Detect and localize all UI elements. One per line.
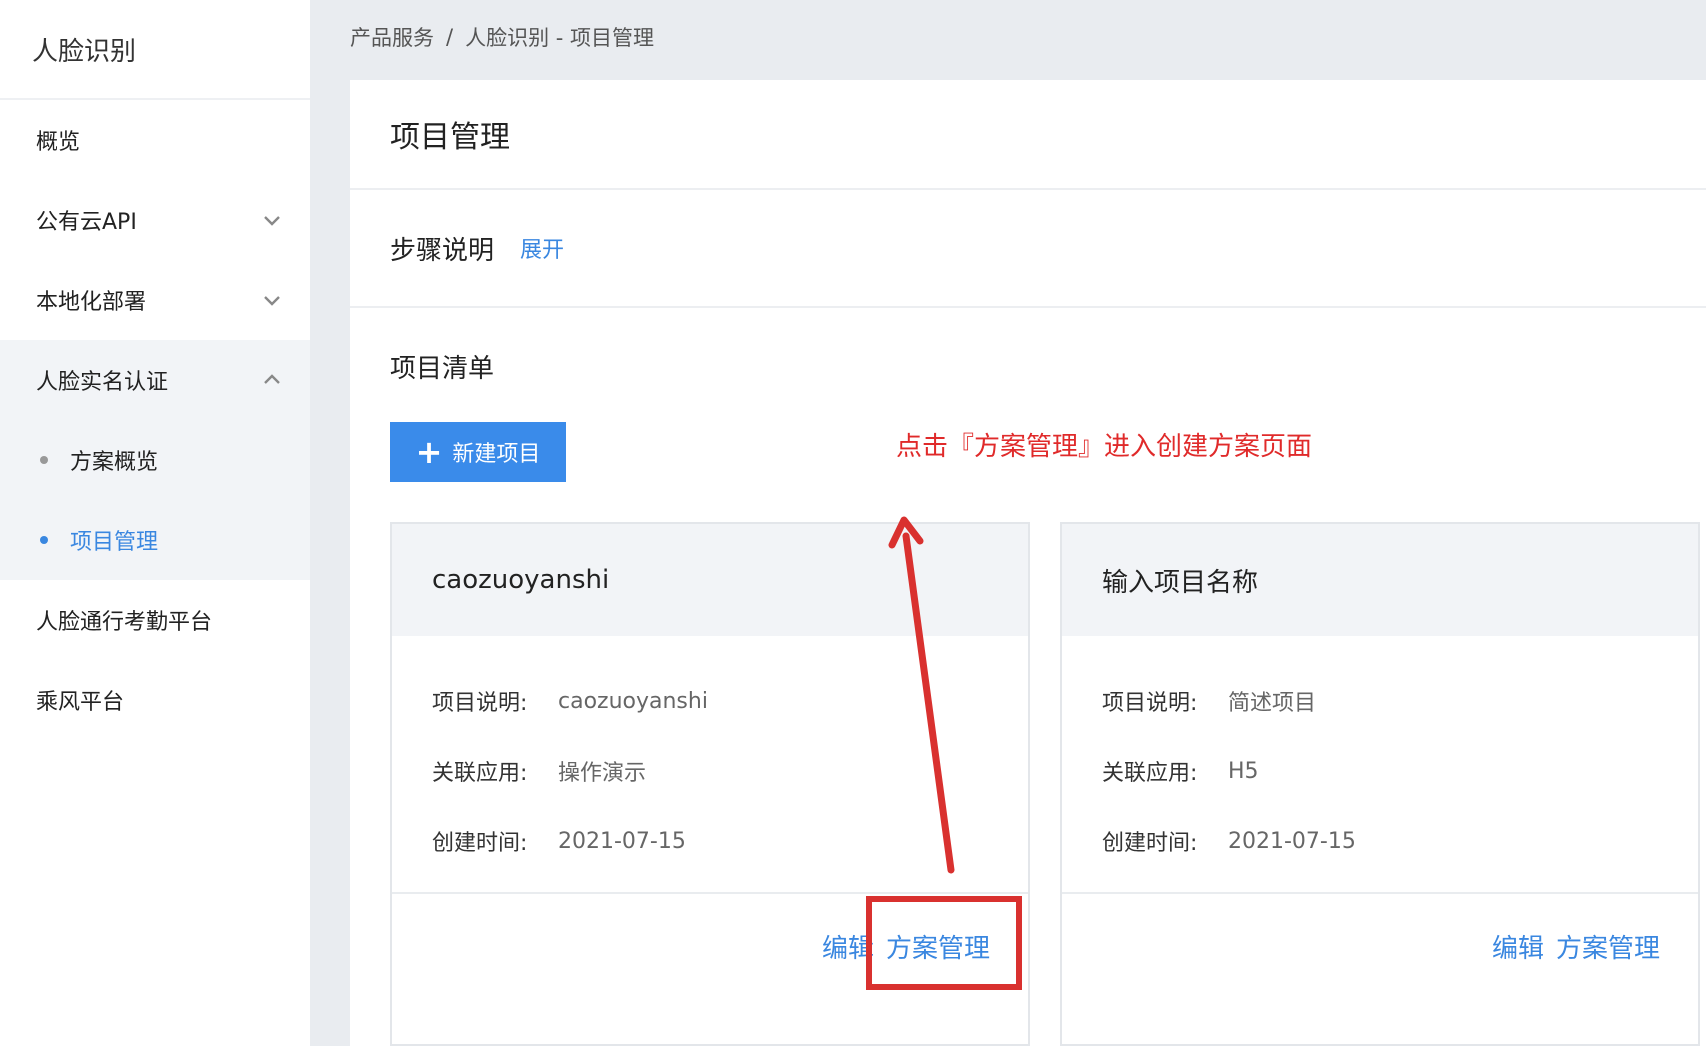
field-label: 关联应用: [1102,761,1198,786]
project-card-body: 项目说明: caozuoyanshi 关联应用: 操作演示 创建时间: 2021… [392,636,1028,894]
chevron-up-icon [264,374,280,384]
sidebar-item-local-deploy[interactable]: 本地化部署 [0,260,310,340]
field-label: 创建时间: [432,831,528,856]
sidebar-subitem-label: 方案概览 [70,450,159,475]
expand-link[interactable]: 展开 [520,232,564,264]
plan-management-link[interactable]: 方案管理 [886,928,990,965]
breadcrumb-root[interactable]: 产品服务 [350,22,434,52]
plus-icon: + [415,433,443,471]
sidebar-item-attendance-platform[interactable]: 人脸通行考勤平台 [0,580,310,660]
sidebar-item-label: 人脸实名认证 [36,370,169,395]
sidebar-subitem-plan-overview[interactable]: 方案概览 [0,420,310,500]
field-value: caozuoyanshi [558,688,708,714]
field-linked-app: 关联应用: H5 [1102,736,1658,806]
sidebar-item-label: 概览 [36,130,81,155]
edit-link[interactable]: 编辑 [822,928,874,965]
field-label: 关联应用: [432,761,528,786]
sidebar-item-chengfeng-platform[interactable]: 乘风平台 [0,660,310,740]
sidebar-subitem-project-management[interactable]: 项目管理 [0,500,310,580]
bullet-icon [40,456,48,464]
project-card-actions: 编辑 方案管理 [1062,894,1698,998]
project-list-title: 项目清单 [390,354,495,384]
field-description: 项目说明: 简述项目 [1102,666,1658,736]
field-value: 2021-07-15 [558,828,686,854]
steps-label: 步骤说明 [390,235,495,266]
project-card: caozuoyanshi 项目说明: caozuoyanshi 关联应用: 操作… [390,522,1030,1046]
page-title: 项目管理 [350,80,1706,190]
breadcrumb-current: 人脸识别 - 项目管理 [465,26,655,50]
plan-management-link[interactable]: 方案管理 [1556,928,1660,965]
field-value: H5 [1228,758,1259,784]
steps-section: 步骤说明 展开 [350,190,1706,308]
sidebar-item-overview[interactable]: 概览 [0,100,310,180]
project-card-title: 输入项目名称 [1062,524,1698,636]
edit-link[interactable]: 编辑 [1492,928,1544,965]
field-label: 创建时间: [1102,831,1198,856]
field-value: 操作演示 [558,761,647,786]
sidebar-item-label: 公有云API [36,210,137,235]
new-project-button[interactable]: + 新建项目 [390,422,566,482]
sidebar: 人脸识别 概览 公有云API 本地化部署 人脸实名认证 方案概览 项目管理 人脸… [0,0,310,1046]
sidebar-group-face-auth: 人脸实名认证 方案概览 项目管理 [0,340,310,580]
main-content: 项目管理 步骤说明 展开 项目清单 + 新建项目 点击『方案管理』进入创建方案页… [350,80,1706,1046]
sidebar-title: 人脸识别 [0,0,310,100]
bullet-icon [40,536,48,544]
chevron-down-icon [264,296,280,306]
project-card-title: caozuoyanshi [392,524,1028,636]
field-created-time: 创建时间: 2021-07-15 [1102,806,1658,876]
sidebar-item-public-cloud-api[interactable]: 公有云API [0,180,310,260]
project-card: 输入项目名称 项目说明: 简述项目 关联应用: H5 创建时间: 2021-07… [1060,522,1700,1046]
new-project-label: 新建项目 [452,442,541,467]
sidebar-item-label: 人脸通行考勤平台 [36,610,213,635]
breadcrumb: 产品服务 / 人脸识别 - 项目管理 [350,22,654,52]
sidebar-item-label: 本地化部署 [36,290,147,315]
field-label: 项目说明: [432,691,528,716]
field-linked-app: 关联应用: 操作演示 [432,736,988,806]
project-card-body: 项目说明: 简述项目 关联应用: H5 创建时间: 2021-07-15 [1062,636,1698,894]
field-value: 2021-07-15 [1228,828,1356,854]
sidebar-item-label: 乘风平台 [36,690,125,715]
sidebar-item-face-auth[interactable]: 人脸实名认证 [0,340,310,420]
field-label: 项目说明: [1102,691,1198,716]
field-created-time: 创建时间: 2021-07-15 [432,806,988,876]
project-card-actions: 编辑 方案管理 [392,894,1028,998]
sidebar-subitem-label: 项目管理 [70,530,159,555]
annotation-text: 点击『方案管理』进入创建方案页面 [896,432,1313,462]
field-description: 项目说明: caozuoyanshi [432,666,988,736]
breadcrumb-separator: / [446,25,454,49]
chevron-down-icon [264,216,280,226]
field-value: 简述项目 [1228,691,1317,716]
